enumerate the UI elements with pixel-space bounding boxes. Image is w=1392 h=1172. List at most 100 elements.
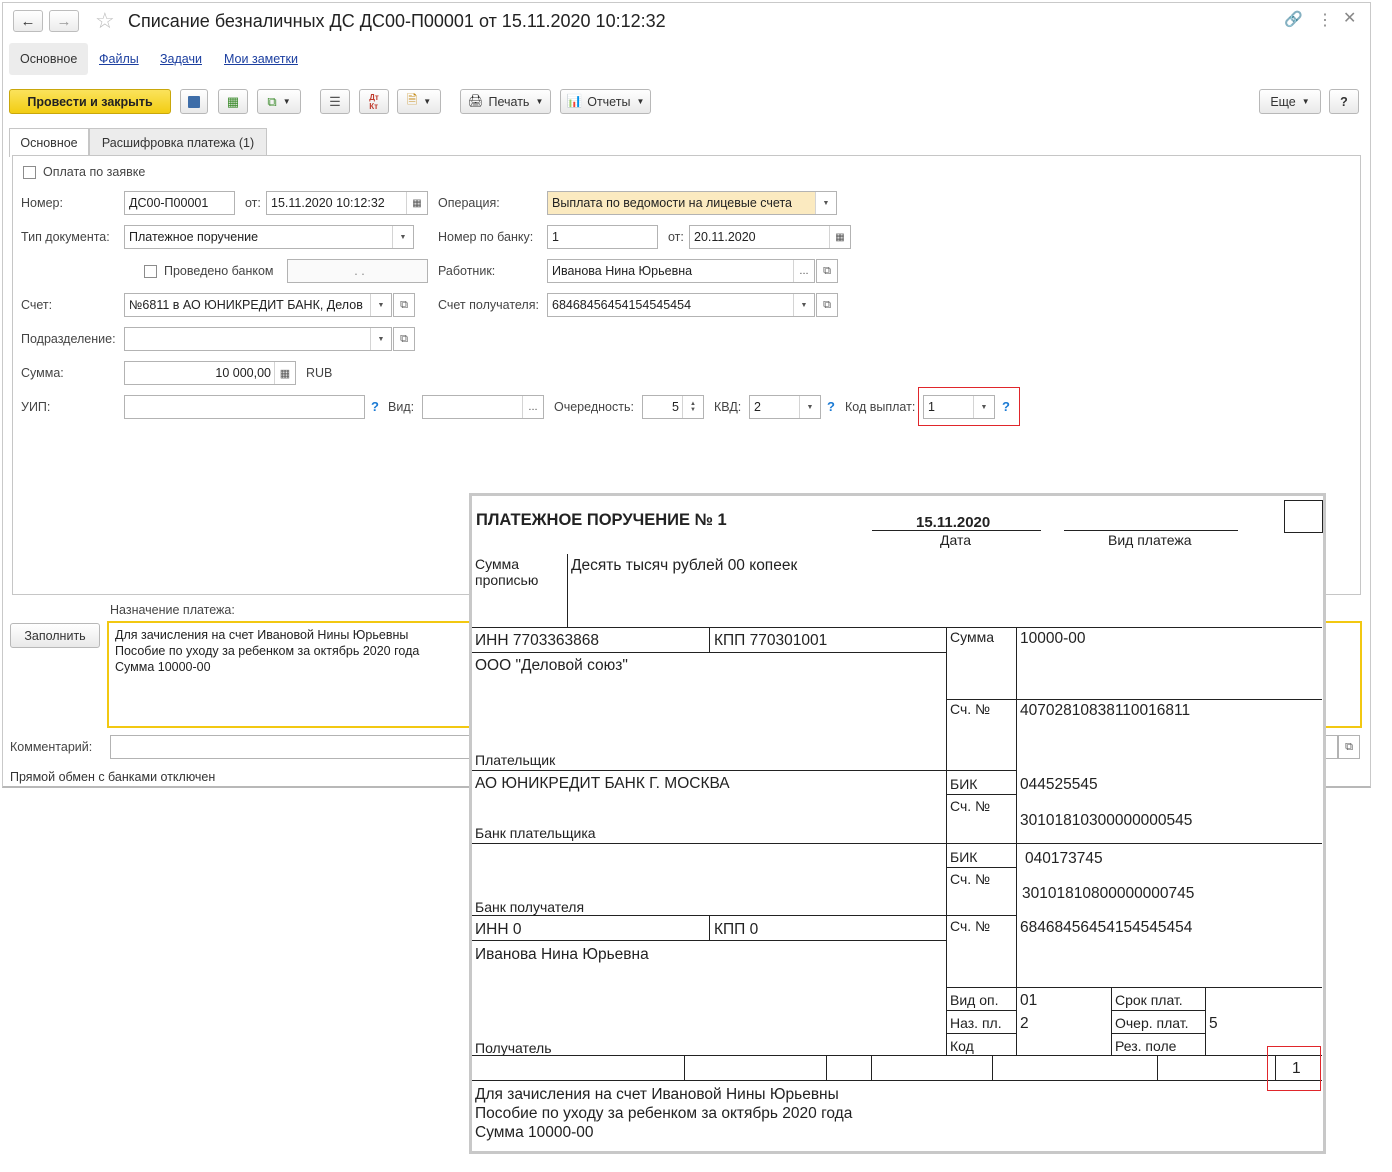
operation-select[interactable]: Выплата по ведомости на лицевые счета ▼ (547, 191, 837, 215)
forward-button[interactable]: → (49, 10, 79, 32)
payment-order-document: ПЛАТЕЖНОЕ ПОРУЧЕНИЕ № 1 15.11.2020 Дата … (469, 493, 1326, 1154)
division-select[interactable]: ▼ (124, 327, 392, 351)
recipient-account-label: Сч. № (950, 918, 991, 934)
kvd-value: 2 (754, 400, 761, 414)
calculator-icon[interactable]: ▦ (274, 362, 295, 384)
uip-help-icon[interactable]: ? (371, 399, 379, 414)
account-select[interactable]: №6811 в АО ЮНИКРЕДИТ БАНК, Делов ▼ (124, 293, 392, 317)
open-icon: ⧉ (823, 298, 831, 311)
divider (946, 1010, 1016, 1011)
payer-corr-account-label: Сч. № (950, 798, 991, 814)
divider (472, 1080, 1322, 1081)
sum-label: Сумма (950, 629, 994, 645)
dt-kt-button[interactable]: Дт Кт (359, 89, 389, 114)
payment-purpose-line: Пособие по уходу за ребенком за октябрь … (475, 1105, 853, 1122)
save-button[interactable] (180, 89, 208, 114)
ellipsis-icon[interactable]: ... (522, 396, 543, 418)
amount-label: Сумма: (21, 366, 64, 380)
spinner-icon[interactable]: ▲ ▼ (682, 396, 703, 418)
link-icon[interactable]: 🔗 (1284, 10, 1303, 28)
bank-date-input[interactable]: 20.11.2020 ▦ (689, 225, 851, 249)
number-input[interactable]: ДС00-П00001 (124, 191, 235, 215)
divider (709, 915, 710, 940)
chevron-down-icon[interactable]: ▼ (793, 294, 814, 316)
kvd-label: КВД: (714, 400, 742, 414)
payout-code-label: Код выплат: (845, 400, 916, 414)
kvd-help-icon[interactable]: ? (827, 399, 835, 414)
chevron-down-icon[interactable]: ▼ (392, 226, 413, 248)
divider (946, 627, 947, 1055)
queue-value: 5 (1209, 1015, 1218, 1032)
bank-number-input[interactable]: 1 (547, 225, 658, 249)
open-account-button[interactable]: ⧉ (393, 293, 415, 317)
divider (472, 652, 946, 653)
request-payment-checkbox[interactable] (23, 166, 36, 179)
more-button[interactable]: Еще ▼ (1259, 89, 1321, 114)
tab-main[interactable]: Основное (9, 128, 89, 157)
attachments-button[interactable]: 🗎 ▼ (397, 89, 441, 114)
recipient-kpp: КПП 0 (714, 921, 759, 938)
recipient-account-value: 68468456454154545454 (552, 298, 692, 312)
recipient-account-select[interactable]: 68468456454154545454 ▼ (547, 293, 815, 317)
amount-input[interactable]: 10 000,00 ▦ (124, 361, 296, 385)
print-label: Печать (488, 94, 530, 109)
payer-bik-label: БИК (950, 776, 978, 792)
section-tab-files[interactable]: Файлы (99, 52, 139, 66)
tab-payment-breakdown[interactable]: Расшифровка платежа (1) (89, 128, 267, 156)
back-button[interactable]: ← (13, 10, 43, 32)
arrow-left-icon: ← (20, 12, 36, 30)
recipient-bik-label: БИК (950, 849, 978, 865)
purpose-code: 2 (1020, 1015, 1029, 1032)
priority-input[interactable]: 5 ▲ ▼ (642, 395, 704, 419)
payer-inn: ИНН 7703363868 (475, 632, 600, 649)
employee-input[interactable]: Иванова Нина Юрьевна... (547, 259, 815, 283)
divider (567, 554, 568, 627)
close-icon[interactable]: ✕ (1343, 8, 1356, 28)
section-tab-main-label: Основное (20, 52, 78, 66)
post-and-close-button[interactable]: Провести и закрыть (9, 89, 171, 114)
chevron-down-icon[interactable]: ▼ (815, 192, 836, 214)
account-label: Счет: (21, 298, 53, 312)
print-button[interactable]: 🖨 Печать ▼ (460, 89, 551, 114)
calendar-icon[interactable]: ▦ (406, 192, 427, 214)
payout-code-cell-highlight (1267, 1046, 1321, 1091)
divider (946, 867, 1016, 868)
section-tab-tasks[interactable]: Задачи (160, 52, 202, 66)
chevron-down-icon[interactable]: ▼ (799, 396, 820, 418)
bank-processed-checkbox[interactable] (144, 265, 157, 278)
open-recipient-account-button[interactable]: ⧉ (816, 293, 838, 317)
divider (1157, 1055, 1158, 1080)
chevron-down-icon[interactable]: ▼ (370, 328, 391, 350)
open-employee-button[interactable]: ⧉ (816, 259, 838, 283)
payment-purpose-line: Сумма 10000-00 (475, 1124, 594, 1141)
section-tab-notes[interactable]: Мои заметки (224, 52, 298, 66)
uip-input[interactable] (124, 395, 365, 419)
code-label: Код (950, 1038, 974, 1054)
menu-dots-icon[interactable]: ⋮ (1317, 10, 1333, 30)
open-division-button[interactable]: ⧉ (393, 327, 415, 351)
help-button[interactable]: ? (1329, 89, 1359, 114)
star-icon[interactable]: ☆ (95, 8, 115, 34)
fill-button[interactable]: Заполнить (10, 623, 100, 648)
divider (472, 1055, 1322, 1056)
kind-input[interactable]: ... (422, 395, 544, 419)
doc-type-select[interactable]: Платежное поручение ▼ (124, 225, 414, 249)
date-input[interactable]: 15.11.2020 10:12:32 ▦ (266, 191, 428, 215)
calendar-icon[interactable]: ▦ (829, 226, 850, 248)
reports-button[interactable]: 📊 Отчеты ▼ (560, 89, 651, 114)
recipient-name: Иванова Нина Юрьевна (475, 946, 649, 963)
kvd-select[interactable]: 2 ▼ (749, 395, 821, 419)
divider (992, 1055, 993, 1080)
journal-button[interactable]: ☰ (320, 89, 350, 114)
post-button[interactable]: ▦ (218, 89, 248, 114)
number-label: Номер: (21, 196, 63, 210)
open-icon: ⧉ (400, 332, 408, 345)
open-comment-button[interactable]: ⧉ (1338, 735, 1360, 759)
open-icon: ⧉ (1345, 740, 1353, 753)
payment-order-date: 15.11.2020 (916, 514, 991, 531)
ellipsis-icon[interactable]: ... (793, 260, 814, 282)
recipient-bik: 040173745 (1025, 850, 1103, 867)
chevron-down-icon[interactable]: ▼ (370, 294, 391, 316)
bank-processed-date-input[interactable]: . . (287, 259, 428, 283)
create-based-on-button[interactable]: ⧉ ▼ (257, 89, 301, 114)
